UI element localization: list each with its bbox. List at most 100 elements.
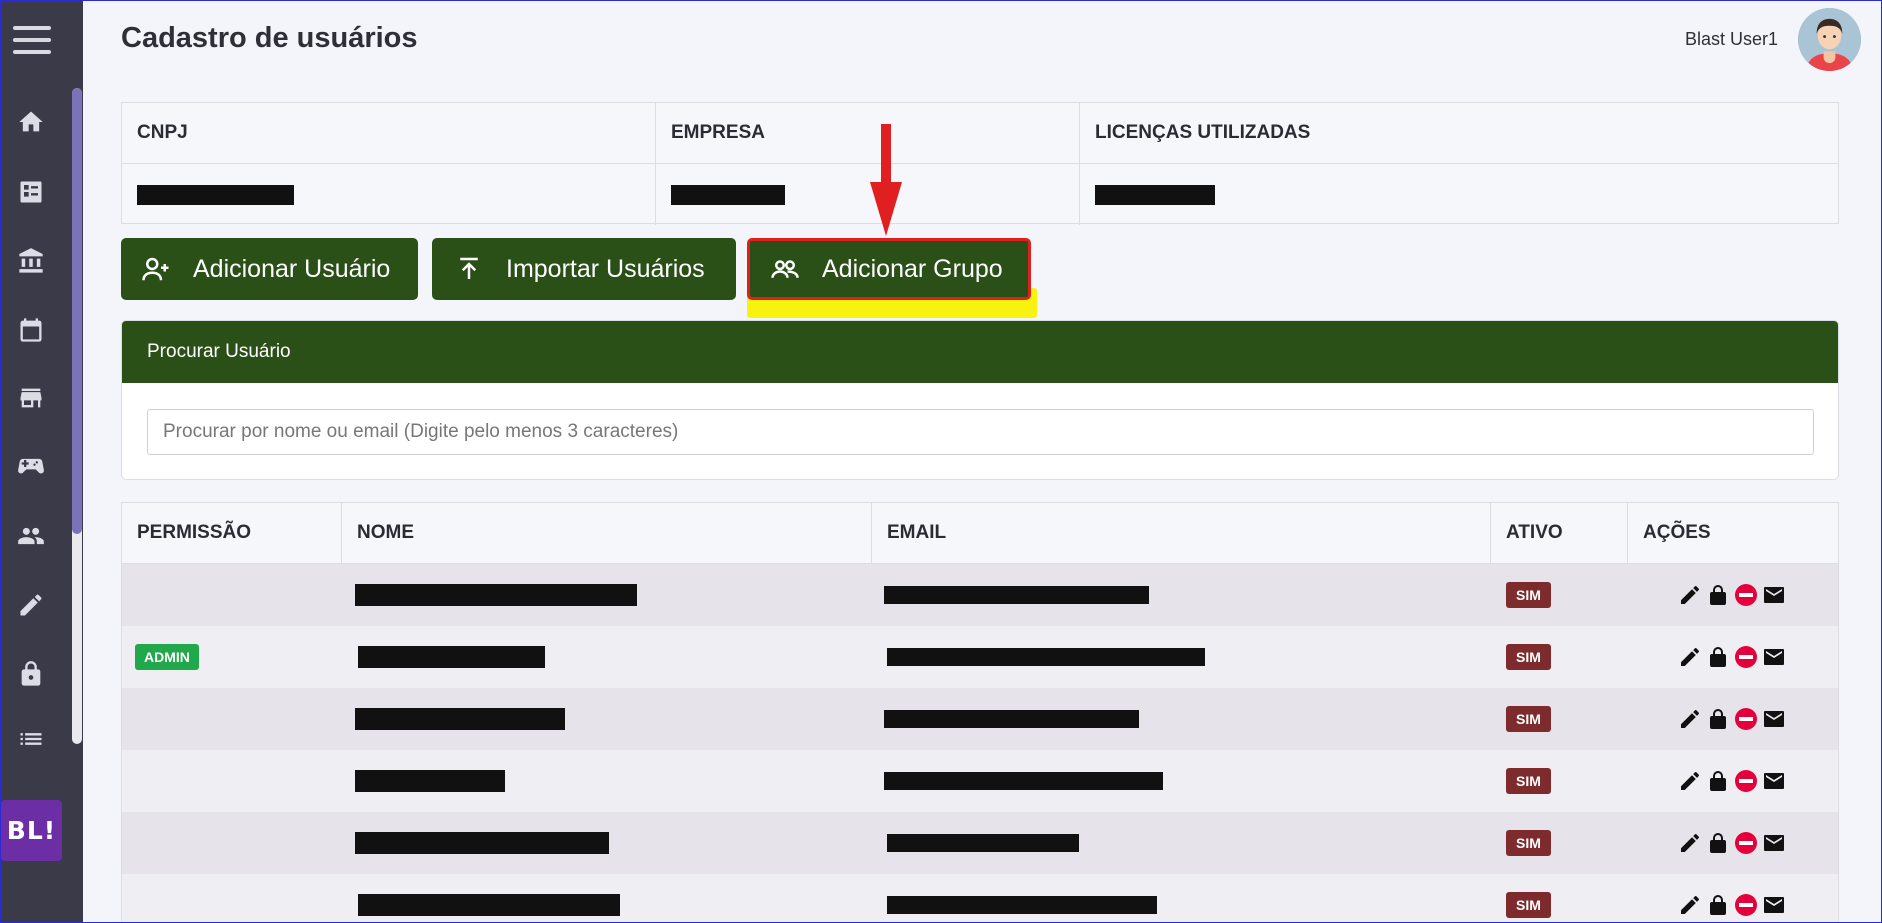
permission-cell bbox=[122, 750, 342, 812]
lock-icon[interactable] bbox=[1706, 707, 1730, 731]
edit-icon[interactable] bbox=[1678, 645, 1702, 669]
deactivate-icon[interactable] bbox=[1734, 769, 1758, 793]
actions-cell bbox=[1628, 812, 1838, 874]
import-users-button[interactable]: Importar Usuários bbox=[432, 238, 736, 300]
active-cell: SIM bbox=[1491, 688, 1628, 750]
dashboard-icon[interactable] bbox=[14, 175, 48, 209]
company-info-table: CNPJ EMPRESA LICENÇAS UTILIZADAS bbox=[121, 102, 1839, 225]
bank-icon[interactable] bbox=[14, 244, 48, 278]
home-icon[interactable] bbox=[14, 105, 48, 139]
redacted-email bbox=[887, 648, 1205, 666]
edit-icon[interactable] bbox=[1678, 707, 1702, 731]
lock-icon[interactable] bbox=[1706, 645, 1730, 669]
store-icon[interactable] bbox=[14, 381, 48, 415]
email-icon[interactable] bbox=[1762, 893, 1786, 917]
name-cell bbox=[342, 626, 872, 688]
email-cell bbox=[872, 688, 1491, 750]
permission-cell: ADMIN bbox=[122, 626, 342, 688]
column-header-ativo: ATIVO bbox=[1491, 503, 1628, 563]
email-cell bbox=[872, 812, 1491, 874]
active-cell: SIM bbox=[1491, 750, 1628, 812]
upload-icon bbox=[460, 257, 478, 279]
edit-icon[interactable] bbox=[14, 588, 48, 622]
edit-icon[interactable] bbox=[1678, 769, 1702, 793]
add-group-button[interactable]: Adicionar Grupo bbox=[747, 238, 1031, 300]
name-cell bbox=[342, 688, 872, 750]
permission-cell bbox=[122, 812, 342, 874]
brand-logo: BL! bbox=[1, 800, 62, 861]
search-card-title: Procurar Usuário bbox=[122, 321, 1838, 383]
deactivate-icon[interactable] bbox=[1734, 645, 1758, 669]
column-header-permissao: PERMISSÃO bbox=[122, 503, 342, 563]
name-cell bbox=[342, 812, 872, 874]
email-icon[interactable] bbox=[1762, 583, 1786, 607]
users-table: PERMISSÃO NOME EMAIL ATIVO AÇÕES SIM ADM… bbox=[121, 502, 1839, 923]
column-header-nome: NOME bbox=[342, 503, 872, 563]
table-row[interactable]: SIM bbox=[122, 874, 1838, 923]
redacted-email bbox=[884, 586, 1149, 604]
add-user-button[interactable]: Adicionar Usuário bbox=[121, 238, 418, 300]
email-cell bbox=[872, 564, 1491, 626]
avatar[interactable] bbox=[1798, 8, 1861, 71]
add-group-label: Adicionar Grupo bbox=[822, 254, 1003, 283]
redacted-name bbox=[355, 708, 565, 730]
row-actions bbox=[1678, 707, 1786, 731]
row-actions bbox=[1678, 645, 1786, 669]
redacted-empresa bbox=[671, 184, 785, 205]
redacted-email bbox=[887, 834, 1079, 852]
hamburger-menu-icon[interactable] bbox=[13, 26, 51, 54]
redacted-name bbox=[355, 832, 609, 854]
table-row[interactable]: SIM bbox=[122, 688, 1838, 750]
actions-cell bbox=[1628, 626, 1838, 688]
email-icon[interactable] bbox=[1762, 707, 1786, 731]
deactivate-icon[interactable] bbox=[1734, 707, 1758, 731]
lock-icon[interactable] bbox=[1706, 583, 1730, 607]
lock-icon[interactable] bbox=[14, 657, 48, 691]
actions-cell bbox=[1628, 750, 1838, 812]
sidebar-scrollbar-thumb[interactable] bbox=[72, 88, 82, 534]
gamepad-icon[interactable] bbox=[14, 450, 48, 484]
table-row[interactable]: ADMIN SIM bbox=[122, 626, 1838, 688]
active-badge: SIM bbox=[1506, 892, 1551, 918]
redacted-name bbox=[355, 770, 505, 792]
list-icon[interactable] bbox=[14, 722, 48, 756]
people-icon[interactable] bbox=[14, 519, 48, 553]
name-cell bbox=[342, 564, 872, 626]
email-icon[interactable] bbox=[1762, 831, 1786, 855]
lock-icon[interactable] bbox=[1706, 893, 1730, 917]
search-input[interactable] bbox=[147, 409, 1814, 455]
table-row[interactable]: SIM bbox=[122, 750, 1838, 812]
active-cell: SIM bbox=[1491, 564, 1628, 626]
cnpj-header: CNPJ bbox=[122, 103, 656, 163]
actions-cell bbox=[1628, 874, 1838, 923]
lock-icon[interactable] bbox=[1706, 769, 1730, 793]
redacted-name bbox=[358, 894, 620, 916]
actions-cell bbox=[1628, 688, 1838, 750]
email-icon[interactable] bbox=[1762, 769, 1786, 793]
row-actions bbox=[1678, 583, 1786, 607]
redacted-name bbox=[358, 646, 545, 668]
user-name[interactable]: Blast User1 bbox=[1685, 29, 1778, 50]
deactivate-icon[interactable] bbox=[1734, 831, 1758, 855]
permission-cell bbox=[122, 874, 342, 923]
table-row[interactable]: SIM bbox=[122, 812, 1838, 874]
row-actions bbox=[1678, 893, 1786, 917]
licencas-header: LICENÇAS UTILIZADAS bbox=[1095, 122, 1311, 143]
deactivate-icon[interactable] bbox=[1734, 893, 1758, 917]
add-user-icon bbox=[142, 257, 169, 281]
edit-icon[interactable] bbox=[1678, 893, 1702, 917]
deactivate-icon[interactable] bbox=[1734, 583, 1758, 607]
calendar-icon[interactable] bbox=[14, 313, 48, 347]
lock-icon[interactable] bbox=[1706, 831, 1730, 855]
table-row[interactable]: SIM bbox=[122, 564, 1838, 626]
add-user-label: Adicionar Usuário bbox=[193, 254, 391, 283]
sidebar: BL! bbox=[0, 0, 83, 923]
redacted-email bbox=[884, 772, 1163, 790]
admin-badge: ADMIN bbox=[135, 644, 199, 670]
edit-icon[interactable] bbox=[1678, 831, 1702, 855]
redacted-licencas bbox=[1095, 184, 1215, 205]
edit-icon[interactable] bbox=[1678, 583, 1702, 607]
actions-cell bbox=[1628, 564, 1838, 626]
email-icon[interactable] bbox=[1762, 645, 1786, 669]
active-badge: SIM bbox=[1506, 644, 1551, 670]
